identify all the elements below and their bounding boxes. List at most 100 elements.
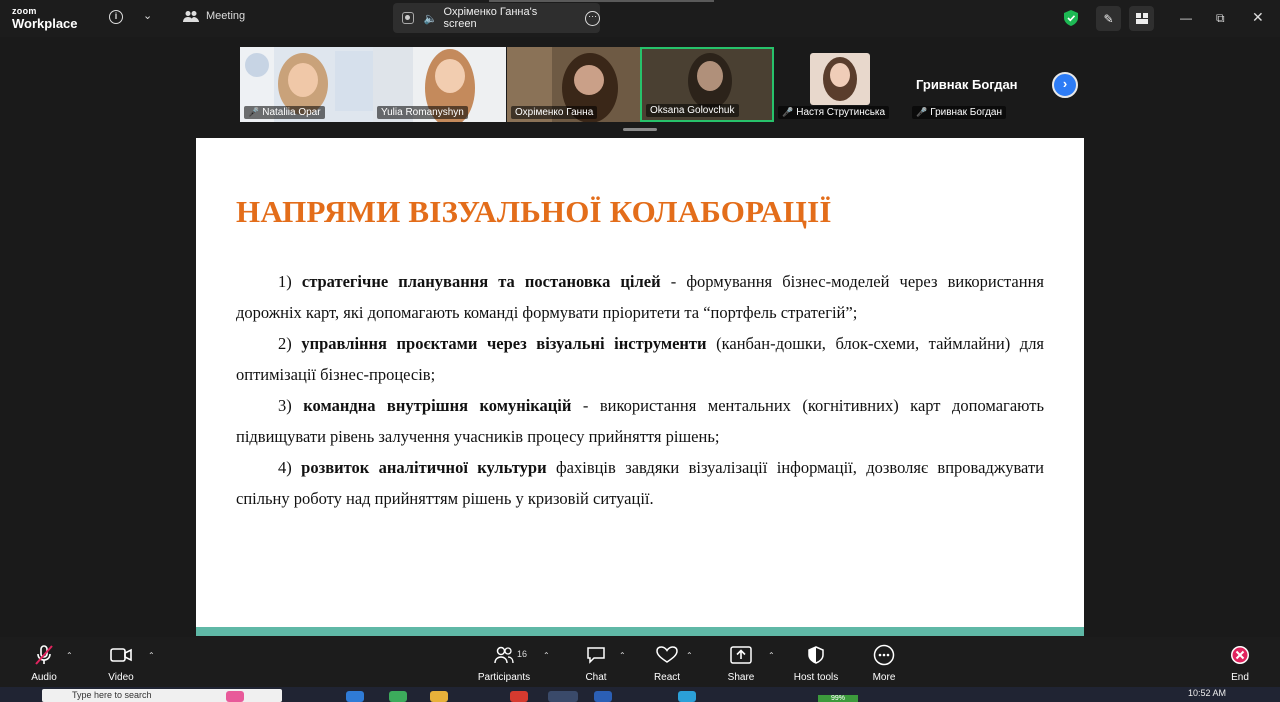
taskbar-app-icon[interactable] bbox=[678, 691, 696, 702]
participant-face bbox=[435, 59, 465, 93]
shared-slide: НАПРЯМИ ВІЗУАЛЬНОЇ КОЛАБОРАЦІЇ 1) страте… bbox=[196, 138, 1084, 636]
taskbar-app-icon[interactable] bbox=[594, 691, 612, 702]
video-tile-1[interactable]: 🎤 Nataliia Opar bbox=[240, 47, 373, 122]
meeting-info-icon[interactable]: i bbox=[109, 10, 123, 24]
more-label: More bbox=[872, 672, 896, 683]
participants-options-caret-icon[interactable]: ⌃ bbox=[543, 651, 550, 660]
taskbar-app-icon[interactable] bbox=[430, 691, 448, 702]
tile-name: Oksana Golovchuk bbox=[646, 104, 739, 117]
end-meeting-icon bbox=[1225, 643, 1255, 667]
restore-icon[interactable]: ⧉ bbox=[1216, 11, 1225, 26]
participants-label: Participants bbox=[477, 672, 531, 683]
meeting-label: Meeting bbox=[206, 10, 246, 22]
tile-name: 🎤 Nataliia Opar bbox=[244, 106, 325, 119]
participants-count: 16 bbox=[517, 649, 528, 659]
taskbar-app-icon[interactable] bbox=[226, 691, 244, 702]
meeting-tab[interactable]: Meeting bbox=[183, 10, 245, 22]
share-screen-icon bbox=[724, 643, 758, 667]
clock-time: 10:52 AM bbox=[1188, 688, 1227, 698]
chat-options-caret-icon[interactable]: ⌃ bbox=[619, 651, 626, 660]
start-button[interactable] bbox=[0, 687, 40, 702]
share-label: Share bbox=[727, 672, 755, 683]
audio-button[interactable]: Audio bbox=[25, 643, 63, 683]
record-icon bbox=[402, 12, 414, 24]
minimize-icon[interactable]: — bbox=[1180, 11, 1192, 25]
zoom-window: zoom Workplace i ⌄ Meeting 🔈 Охріменко Г… bbox=[0, 0, 1280, 702]
audio-options-caret-icon[interactable]: ⌃ bbox=[66, 651, 73, 660]
people-icon bbox=[183, 11, 199, 22]
tile-name: Охріменко Ганна bbox=[511, 106, 598, 119]
slide-footer-band bbox=[196, 627, 1084, 636]
end-button[interactable]: End bbox=[1225, 643, 1255, 683]
end-label: End bbox=[1231, 672, 1249, 683]
more-dots-icon bbox=[868, 643, 900, 667]
react-heart-icon bbox=[650, 643, 684, 667]
camera-icon bbox=[102, 643, 140, 667]
video-tile-2[interactable]: Yulia Romanyshyn bbox=[373, 47, 506, 122]
slide-item-1: 1) стратегічне планування та постановка … bbox=[236, 272, 1045, 322]
taskbar-app-icon[interactable] bbox=[510, 691, 528, 702]
zoom-logo: zoom Workplace bbox=[12, 6, 78, 31]
audio-label: Audio bbox=[31, 672, 57, 683]
mic-off-icon: 🎤 bbox=[248, 107, 260, 117]
host-tools-button[interactable]: Host tools bbox=[792, 643, 840, 683]
encryption-shield-icon[interactable] bbox=[1064, 10, 1078, 26]
participant-face bbox=[574, 65, 604, 95]
host-tools-label: Host tools bbox=[793, 672, 839, 683]
taskbar-zoom-icon[interactable] bbox=[548, 691, 578, 702]
chat-icon bbox=[580, 643, 612, 667]
video-tile-4-active[interactable]: Oksana Golovchuk bbox=[640, 47, 774, 122]
meeting-toolbar: Audio ⌃ Video ⌃ Participants 16 ⌃ Chat ⌃ bbox=[0, 637, 1280, 687]
react-button[interactable]: React bbox=[650, 643, 684, 683]
mic-muted-icon bbox=[25, 643, 63, 667]
top-bar: zoom Workplace i ⌄ Meeting 🔈 Охріменко Г… bbox=[0, 0, 1280, 37]
slide-item-3: 3) командна внутрішня комунікацій - вико… bbox=[236, 396, 1044, 446]
annotate-pen-icon[interactable]: ✎ bbox=[1096, 6, 1121, 31]
logo-zoom-text: zoom bbox=[12, 6, 37, 16]
emblem-icon bbox=[245, 53, 269, 77]
taskbar-app-icon[interactable] bbox=[346, 691, 364, 702]
slide-item-4: 4) розвиток аналітичної культури фахівці… bbox=[236, 458, 1044, 508]
logo-workplace-text: Workplace bbox=[12, 16, 78, 31]
participant-face bbox=[288, 63, 318, 97]
screen-share-tab[interactable]: 🔈 Охріменко Ганна's screen ··· bbox=[393, 3, 601, 33]
slide-item-2: 2) управління проєктами через візуальні … bbox=[236, 334, 1045, 384]
view-layout-icon[interactable] bbox=[1129, 6, 1154, 31]
top-accent-line bbox=[489, 0, 714, 2]
slide-title: НАПРЯМИ ВІЗУАЛЬНОЇ КОЛАБОРАЦІЇ bbox=[236, 194, 832, 229]
chevron-right-icon[interactable]: › bbox=[1052, 72, 1078, 98]
mic-off-icon: 🎤 bbox=[782, 107, 794, 117]
os-taskbar: Type here to search 99% 10:52 AM bbox=[0, 687, 1280, 702]
video-options-caret-icon[interactable]: ⌃ bbox=[148, 651, 155, 660]
participant-face bbox=[830, 63, 850, 87]
screen-title: Охріменко Ганна's screen bbox=[443, 6, 538, 30]
tile-bg-panel bbox=[335, 51, 373, 111]
video-tile-3[interactable]: Охріменко Ганна bbox=[507, 47, 640, 122]
video-button[interactable]: Video bbox=[102, 643, 140, 683]
tile-name: Yulia Romanyshyn bbox=[377, 106, 468, 119]
slide-body: 1) стратегічне планування та постановка … bbox=[236, 266, 1044, 514]
more-button[interactable]: More bbox=[868, 643, 900, 683]
react-options-caret-icon[interactable]: ⌃ bbox=[686, 651, 693, 660]
share-button[interactable]: Share bbox=[724, 643, 758, 683]
chat-button[interactable]: Chat bbox=[580, 643, 612, 683]
video-tile-5[interactable]: 🎤 Настя Струтинська bbox=[774, 47, 908, 122]
more-options-icon[interactable]: ··· bbox=[585, 10, 601, 26]
share-options-caret-icon[interactable]: ⌃ bbox=[768, 651, 775, 660]
close-icon[interactable]: ✕ bbox=[1252, 9, 1264, 26]
participant-name-placeholder: Гривнак Богдан bbox=[916, 77, 1018, 92]
participant-face bbox=[697, 61, 723, 91]
battery-indicator: 99% bbox=[818, 695, 858, 702]
tile-name: 🎤 Гривнак Богдан bbox=[912, 106, 1007, 119]
taskbar-app-icon[interactable] bbox=[389, 691, 407, 702]
mic-off-icon: 🎤 bbox=[916, 107, 928, 117]
react-label: React bbox=[653, 672, 681, 683]
chevron-down-icon[interactable]: ⌄ bbox=[143, 9, 152, 22]
gallery-resize-handle[interactable] bbox=[623, 128, 657, 131]
video-label: Video bbox=[108, 672, 134, 683]
tile-name: 🎤 Настя Струтинська bbox=[778, 106, 890, 119]
taskbar-search-input[interactable]: Type here to search bbox=[42, 689, 282, 702]
speaker-icon: 🔈 bbox=[423, 12, 438, 25]
host-shield-icon bbox=[792, 643, 840, 667]
chat-label: Chat bbox=[585, 672, 607, 683]
